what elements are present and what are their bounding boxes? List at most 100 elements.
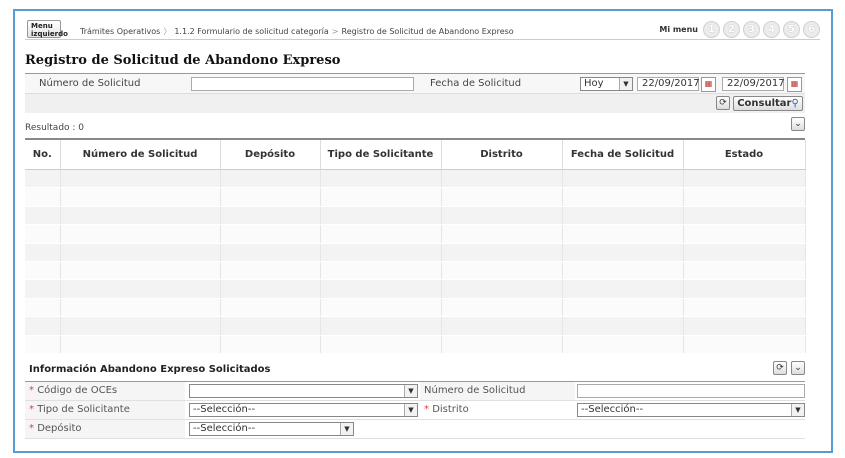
form-row: * Depósito --Selección-- ▼ [25, 420, 805, 439]
distrito-select[interactable]: --Selección-- ▼ [577, 403, 805, 417]
table-header-row: No. Número de Solicitud Depósito Tipo de… [25, 140, 806, 170]
results-table: No. Número de Solicitud Depósito Tipo de… [25, 140, 806, 354]
table-cell [25, 187, 61, 207]
numero-label: Número de Solicitud [420, 382, 575, 400]
deposito-select[interactable]: --Selección-- ▼ [189, 422, 354, 436]
column-header[interactable]: Tipo de Solicitante [320, 140, 442, 170]
chevron-down-icon: ▼ [404, 385, 417, 397]
required-mark: * [29, 423, 34, 434]
shortcut-5-button[interactable]: 5 [783, 21, 800, 38]
breadcrumb-item[interactable]: Trámites Operativos [80, 27, 160, 36]
column-header[interactable]: No. [25, 140, 61, 170]
table-cell [25, 316, 61, 336]
fecha-desde-input[interactable]: 22/09/2017 [637, 77, 700, 91]
deposito-value: --Selección-- [193, 423, 256, 434]
column-header[interactable]: Distrito [441, 140, 563, 170]
tipo-solicitante-value: --Selección-- [193, 404, 256, 415]
breadcrumb-item[interactable]: 1.1.2 Formulario de solicitud categoría [174, 27, 328, 36]
refresh-icon[interactable]: ⟳ [773, 361, 787, 375]
deposito-label: * Depósito [25, 420, 185, 438]
table-cell [683, 316, 806, 336]
table-cell [320, 169, 442, 189]
numero-solicitud-input[interactable] [191, 77, 414, 91]
column-header[interactable]: Depósito [220, 140, 321, 170]
chevron-down-icon: ⌄ [794, 119, 802, 129]
breadcrumb-separator: > [331, 27, 339, 36]
table-row [25, 206, 806, 226]
shortcut-4-button[interactable]: 4 [763, 21, 780, 38]
table-cell [441, 187, 563, 207]
table-cell [220, 261, 321, 281]
search-row: Número de Solicitud Fecha de Solicitud H… [25, 74, 805, 94]
codigo-label: * Código de OCEs [25, 382, 185, 400]
table-cell [562, 261, 684, 281]
table-cell [441, 298, 563, 318]
consultar-button[interactable]: Consultar⚲ [733, 96, 803, 111]
shortcut-3-button[interactable]: 3 [743, 21, 760, 38]
calendar-icon[interactable]: ▦ [787, 77, 802, 92]
column-header[interactable]: Fecha de Solicitud [562, 140, 684, 170]
form-row: * Tipo de Solicitante --Selección-- ▼ * … [25, 401, 805, 420]
table-cell [441, 169, 563, 189]
table-cell [683, 243, 806, 262]
table-row [25, 187, 806, 207]
table-cell [25, 261, 61, 281]
breadcrumb-separator: 〉 [163, 27, 172, 36]
table-cell [220, 335, 321, 354]
table-cell [60, 206, 221, 226]
refresh-icon[interactable]: ⟳ [716, 96, 730, 110]
shortcut-2-button[interactable]: 2 [723, 21, 740, 38]
chevron-down-icon: ▼ [791, 404, 804, 416]
table-row [25, 224, 806, 244]
deposito-label-text: Depósito [37, 423, 82, 434]
consultar-label: Consultar [737, 98, 792, 109]
search-icon: ⚲ [791, 98, 799, 109]
table-cell [562, 335, 684, 354]
distrito-label-text: Distrito [432, 404, 469, 415]
table-cell [683, 206, 806, 226]
table-cell [683, 224, 806, 244]
table-cell [25, 243, 61, 262]
table-cell [25, 169, 61, 189]
codigo-oces-select[interactable]: ▼ [189, 384, 418, 398]
table-cell [60, 279, 221, 299]
table-cell [25, 224, 61, 244]
collapse-info-button[interactable]: ⌄ [791, 361, 805, 375]
table-cell [320, 206, 442, 226]
column-header[interactable]: Número de Solicitud [60, 140, 221, 170]
table-cell [25, 279, 61, 299]
table-cell [320, 187, 442, 207]
table-cell [25, 298, 61, 318]
table-cell [683, 279, 806, 299]
table-cell [562, 298, 684, 318]
required-mark: * [29, 404, 34, 415]
breadcrumb: Trámites Operativos 〉 1.1.2 Formulario de … [80, 26, 514, 37]
results-grid: No. Número de Solicitud Depósito Tipo de… [25, 138, 806, 354]
fecha-option-select[interactable]: Hoy ▼ [580, 77, 633, 91]
column-header[interactable]: Estado [683, 140, 806, 170]
tipo-solicitante-select[interactable]: --Selección-- ▼ [189, 403, 418, 417]
info-form: * Código de OCEs ▼ Número de Solicitud *… [25, 381, 805, 439]
chevron-down-icon: ▼ [619, 78, 632, 90]
calendar-icon[interactable]: ▦ [701, 77, 716, 92]
top-bar: Menu izquierdo Trámites Operativos 〉 1.1.2… [25, 17, 820, 40]
info-section-title: Información Abandono Expreso Solicitados [29, 364, 271, 375]
numero-label: Número de Solicitud [39, 78, 141, 89]
table-cell [220, 169, 321, 189]
fecha-label: Fecha de Solicitud [430, 78, 522, 89]
tipo-label: * Tipo de Solicitante [25, 401, 185, 419]
table-cell [320, 224, 442, 244]
shortcut-1-button[interactable]: 1 [703, 21, 720, 38]
collapse-results-button[interactable]: ⌄ [791, 117, 805, 131]
chevron-down-icon: ▼ [340, 423, 353, 435]
shortcut-6-button[interactable]: 6 [803, 21, 820, 38]
mi-menu-label: Mi menu [659, 25, 698, 34]
table-cell [60, 316, 221, 336]
table-cell [220, 187, 321, 207]
app-window: Menu izquierdo Trámites Operativos 〉 1.1.2… [13, 9, 833, 453]
table-cell [441, 316, 563, 336]
menu-izquierdo-button[interactable]: Menu izquierdo [27, 20, 68, 38]
table-row [25, 169, 806, 189]
numero-solicitud-field[interactable] [577, 384, 805, 398]
fecha-hasta-input[interactable]: 22/09/2017 [722, 77, 785, 91]
